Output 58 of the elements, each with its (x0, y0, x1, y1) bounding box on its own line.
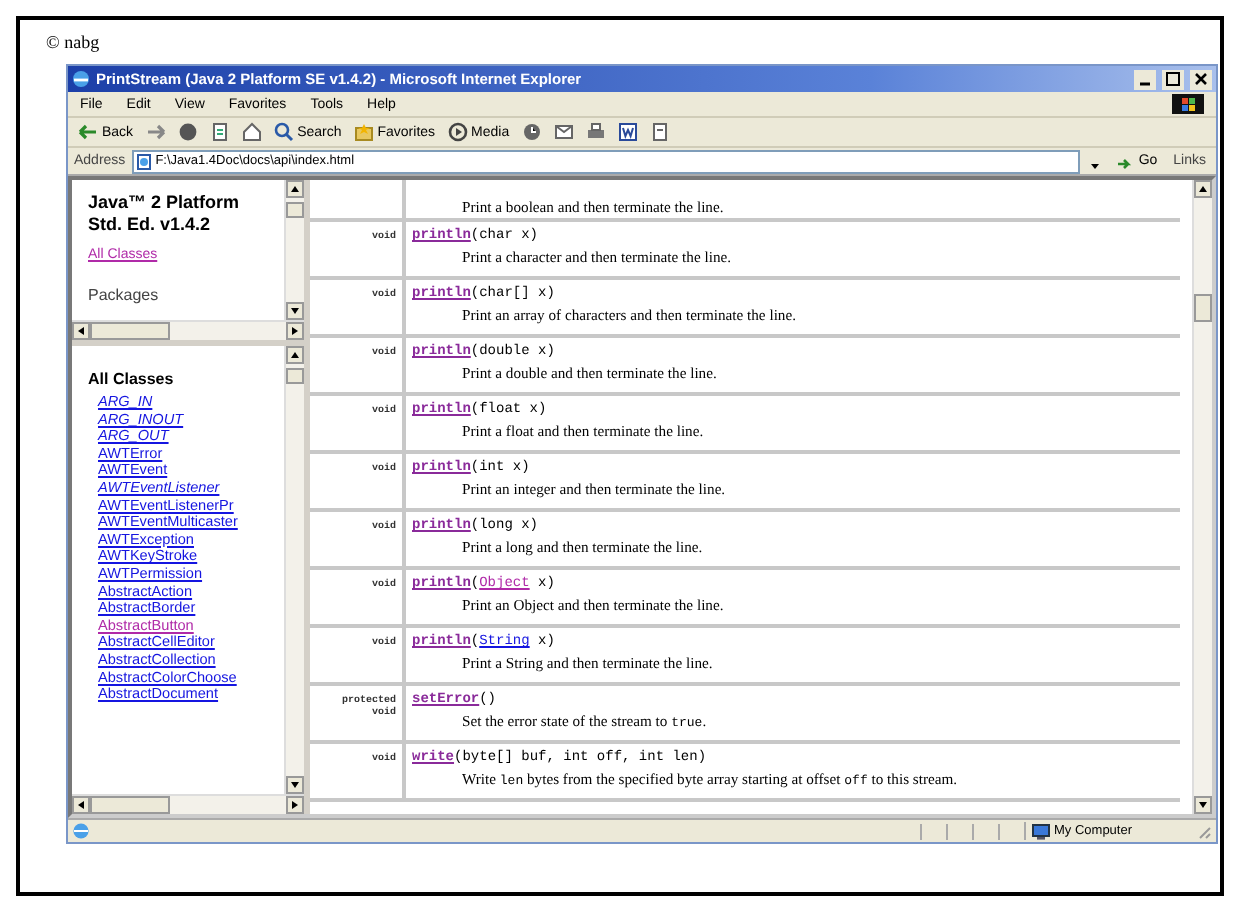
maximize-button[interactable] (1162, 69, 1184, 89)
vertical-scrollbar[interactable] (284, 346, 304, 794)
globe-page-icon (72, 822, 90, 840)
classes-heading: All Classes (88, 370, 174, 388)
clock-icon (521, 122, 542, 142)
scroll-right-icon (286, 796, 304, 814)
close-button[interactable] (1190, 69, 1212, 89)
scroll-up-icon (286, 346, 304, 364)
document-w-icon (617, 122, 638, 142)
windows-flag-icon (1172, 94, 1204, 114)
search-icon (273, 122, 294, 142)
scroll-thumb[interactable] (286, 202, 304, 218)
close-icon (1192, 70, 1210, 88)
forward-arrow-icon (145, 122, 166, 142)
refresh-button[interactable] (207, 120, 232, 144)
vertical-scrollbar[interactable] (1192, 180, 1212, 814)
print-button[interactable] (583, 120, 608, 144)
edit-button[interactable] (615, 120, 640, 144)
scroll-down-icon (1194, 796, 1212, 814)
scroll-thumb[interactable] (90, 796, 170, 814)
packages-heading: Packages (88, 286, 159, 304)
scroll-up-icon (1194, 180, 1212, 198)
copyright-text: © nabg (46, 30, 100, 56)
platform-title: Java™ 2 Platform (88, 192, 240, 214)
maximize-icon (1164, 70, 1182, 88)
house-icon (241, 122, 262, 142)
scroll-left-icon (72, 322, 90, 340)
page-icon (135, 153, 152, 169)
vertical-scrollbar[interactable] (284, 180, 304, 320)
scroll-thumb[interactable] (286, 368, 304, 384)
back-arrow-icon (78, 122, 98, 142)
discuss-button[interactable] (647, 120, 672, 144)
history-button[interactable] (519, 120, 544, 144)
star-folder-icon (353, 122, 374, 142)
platform-title: Std. Ed. v1.4.2 (88, 214, 211, 236)
horizontal-scrollbar[interactable] (72, 794, 304, 814)
media-icon (447, 122, 468, 142)
browser-icon (72, 70, 90, 88)
scroll-left-icon (72, 796, 90, 814)
scroll-thumb[interactable] (90, 322, 170, 340)
stop-button[interactable] (175, 120, 200, 144)
printer-icon (585, 122, 606, 142)
horizontal-scrollbar[interactable] (72, 320, 304, 340)
envelope-icon (553, 122, 574, 142)
scroll-right-icon (286, 322, 304, 340)
mail-button[interactable] (551, 120, 576, 144)
scroll-thumb[interactable] (1194, 294, 1212, 322)
home-button[interactable] (239, 120, 264, 144)
page-icon (209, 122, 230, 142)
stop-icon (177, 122, 198, 142)
note-icon (649, 122, 670, 142)
resize-grip-icon (1196, 823, 1212, 839)
scroll-down-icon (286, 302, 304, 320)
minimize-button[interactable] (1134, 69, 1156, 89)
scroll-down-icon (286, 776, 304, 794)
forward-button[interactable] (143, 120, 168, 144)
scroll-up-icon (286, 180, 304, 198)
computer-icon (1032, 823, 1050, 839)
